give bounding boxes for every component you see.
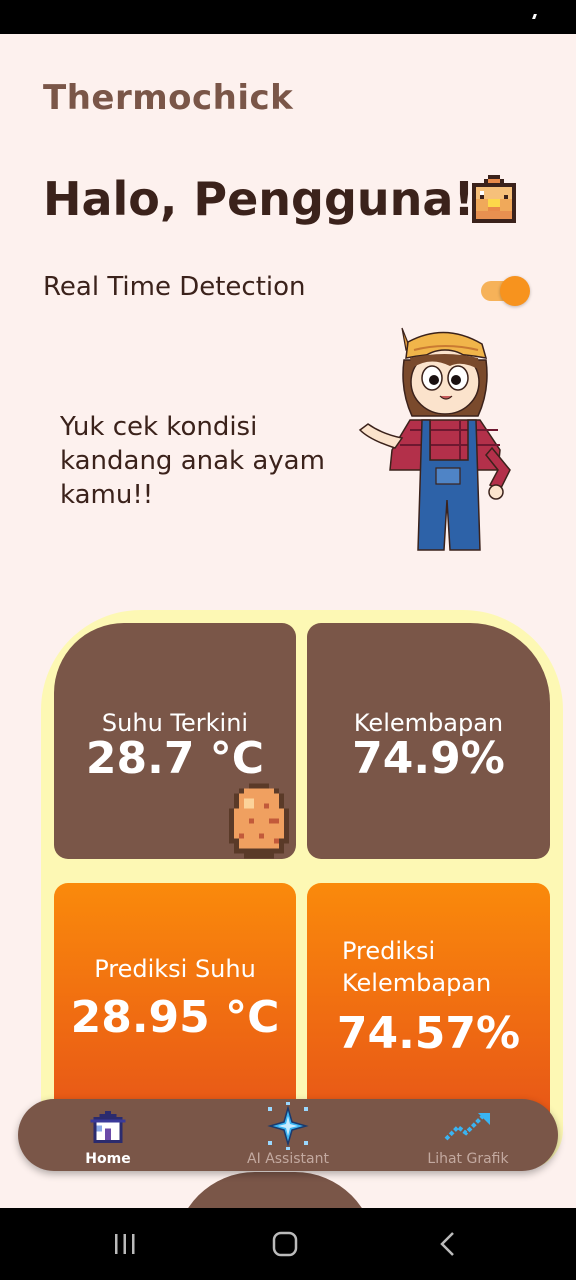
status-bar <box>0 0 576 34</box>
greeting-heading: Halo, Pengguna! <box>43 172 475 226</box>
home-system-icon[interactable] <box>272 1231 298 1257</box>
chick-icon <box>472 175 516 223</box>
predicted-humidity-value: 74.57% <box>336 1008 521 1059</box>
nav-lihat-grafik[interactable]: Lihat Grafik <box>378 1099 558 1171</box>
app-title: Thermochick <box>43 78 294 118</box>
promo-text: Yuk cek kondisi kandang anak ayam kamu!! <box>60 412 325 510</box>
humidity-card: Kelembapan 74.9% <box>307 623 550 859</box>
farmer-girl-illustration <box>358 327 511 551</box>
status-indicator <box>532 14 537 19</box>
nav-ai-assistant[interactable]: AI Assistant <box>198 1099 378 1171</box>
realtime-detection-label: Real Time Detection <box>43 272 306 302</box>
predicted-temperature-label: Prediksi Suhu <box>94 955 256 983</box>
trend-chart-icon <box>444 1113 490 1141</box>
nav-home-label: Home <box>85 1151 131 1167</box>
realtime-toggle[interactable] <box>481 276 530 306</box>
house-icon <box>90 1111 126 1143</box>
system-navigation-bar <box>0 1208 576 1280</box>
nav-home[interactable]: Home <box>18 1099 198 1171</box>
predicted-humidity-label: Prediksi Kelembapan <box>342 937 492 997</box>
current-temperature-value: 28.7 °C <box>85 733 265 784</box>
sparkle-icon <box>267 1102 309 1150</box>
current-temperature-card: Suhu Terkini 28.7 °C <box>54 623 296 859</box>
back-icon[interactable] <box>438 1231 458 1257</box>
toggle-knob <box>500 276 530 306</box>
sensor-panel: Suhu Terkini 28.7 °C Kelembapan 74.9% Pr… <box>41 610 563 1170</box>
predicted-temperature-value: 28.95 °C <box>70 992 280 1043</box>
nav-lihat-grafik-label: Lihat Grafik <box>427 1151 509 1167</box>
egg-icon <box>229 783 289 859</box>
bottom-navigation: Home AI Assistant Lihat Grafik <box>18 1099 558 1171</box>
humidity-value: 74.9% <box>352 733 505 784</box>
nav-ai-assistant-label: AI Assistant <box>247 1151 329 1167</box>
recent-apps-icon[interactable] <box>112 1232 138 1256</box>
